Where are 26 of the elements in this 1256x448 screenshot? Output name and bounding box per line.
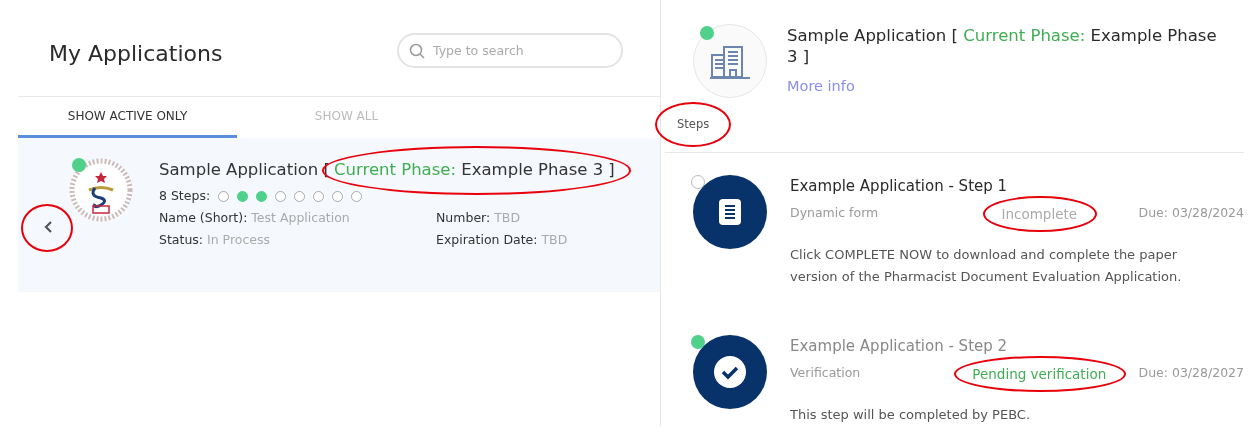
current-phase: Current Phase: Example Phase 3 ] bbox=[334, 160, 615, 179]
application-title: Sample Application [ Current Phase: Example Phase 3 ] bbox=[787, 25, 1218, 68]
seal-logo bbox=[69, 158, 133, 222]
field-text: Status: In Process bbox=[159, 231, 272, 250]
due-date: Due: 03/28/2027 bbox=[1138, 364, 1244, 383]
chevron-left-icon bbox=[42, 220, 54, 234]
panel-title: My Applications bbox=[49, 40, 223, 68]
step-status: Pending verification bbox=[972, 365, 1107, 382]
search-icon bbox=[409, 43, 425, 59]
due-date: Due: 03/28/2024 bbox=[1138, 204, 1244, 223]
field-text: Expiration Date: TBD bbox=[436, 231, 569, 250]
field-text: Name (Short): Test Application bbox=[159, 208, 351, 227]
steps-label: 8 Steps: bbox=[159, 186, 211, 205]
building-icon bbox=[710, 43, 750, 79]
field-text: Number: TBD bbox=[436, 208, 522, 227]
step-status: Incomplete bbox=[1001, 205, 1078, 222]
document-icon bbox=[719, 199, 741, 225]
step-description: This step will be completed by PEBC. bbox=[790, 405, 1032, 424]
step-title: Example Application - Step 1 bbox=[790, 176, 1009, 197]
check-icon bbox=[714, 356, 746, 388]
steps-tab[interactable]: Steps bbox=[671, 116, 710, 134]
step-type: Dynamic form bbox=[790, 204, 880, 223]
step-title: Example Application - Step 2 bbox=[790, 336, 1009, 357]
search-field[interactable]: Type to search bbox=[397, 33, 623, 68]
step-description: Click COMPLETE NOW to download and complete the paper version of the Pharmacist Document Evaluation Application. bbox=[790, 245, 1183, 287]
step-type: Verification bbox=[790, 364, 862, 383]
